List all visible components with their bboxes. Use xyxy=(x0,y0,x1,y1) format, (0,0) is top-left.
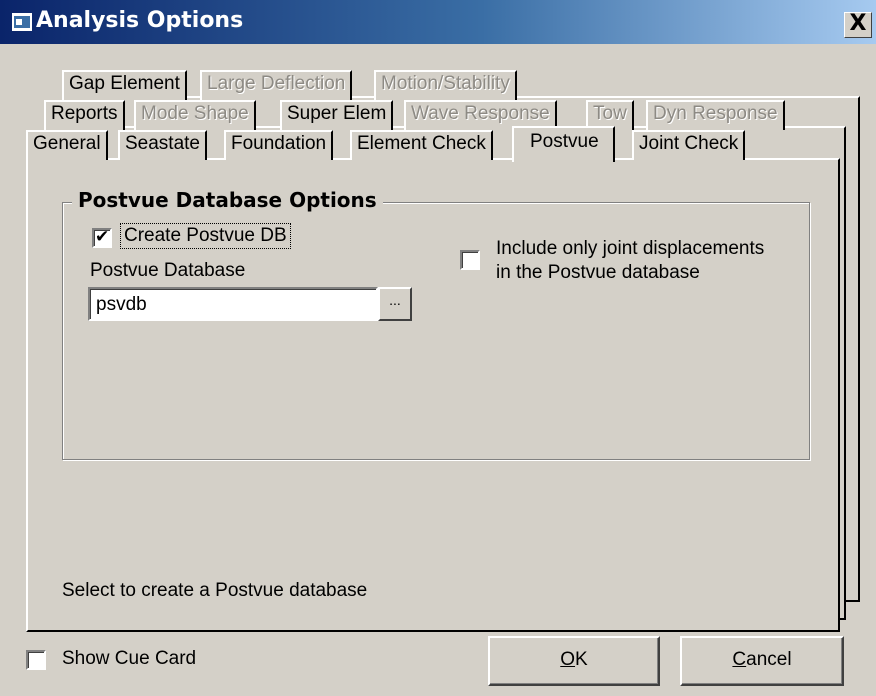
tab-gap-element[interactable]: Gap Element xyxy=(62,70,187,100)
tab-postvue[interactable]: Postvue xyxy=(512,126,615,162)
tab-mode-shape[interactable]: Mode Shape xyxy=(134,100,256,130)
create-postvue-db-label[interactable]: Create Postvue DB xyxy=(120,223,291,249)
close-button[interactable]: X xyxy=(844,12,872,38)
joint-displacements-checkbox[interactable] xyxy=(460,250,480,270)
joint-displacements-label-line1[interactable]: Include only joint displacements xyxy=(496,238,764,260)
joint-displacements-label-line2[interactable]: in the Postvue database xyxy=(496,262,700,284)
tab-joint-check[interactable]: Joint Check xyxy=(632,130,746,160)
status-text: Select to create a Postvue database xyxy=(62,580,368,601)
title-bar: Analysis Options X xyxy=(0,0,876,44)
tab-reports[interactable]: Reports xyxy=(44,100,125,130)
tab-super-elem[interactable]: Super Elem xyxy=(280,100,394,130)
show-cue-card-label[interactable]: Show Cue Card xyxy=(62,648,196,670)
group-title: Postvue Database Options xyxy=(72,188,383,212)
window-title: Analysis Options xyxy=(36,8,244,33)
checkmark-icon: ✔ xyxy=(95,227,110,247)
cancel-button[interactable]: Cancel xyxy=(680,636,844,686)
postvue-database-input[interactable]: psvdb xyxy=(88,287,378,321)
postvue-database-label: Postvue Database xyxy=(90,260,246,281)
tab-dyn-response[interactable]: Dyn Response xyxy=(646,100,785,130)
tab-element-check[interactable]: Element Check xyxy=(350,130,493,160)
browse-button[interactable]: ... xyxy=(378,287,412,321)
tab-general[interactable]: General xyxy=(26,130,108,160)
tab-large-deflection[interactable]: Large Deflection xyxy=(200,70,353,100)
tab-motion-stability[interactable]: Motion/Stability xyxy=(374,70,517,100)
app-icon xyxy=(12,13,32,31)
create-postvue-db-checkbox[interactable]: ✔ xyxy=(92,227,112,248)
tab-foundation[interactable]: Foundation xyxy=(224,130,334,160)
ok-button[interactable]: OK xyxy=(488,636,660,686)
tab-seastate[interactable]: Seastate xyxy=(118,130,207,160)
show-cue-card-checkbox[interactable] xyxy=(26,650,46,670)
